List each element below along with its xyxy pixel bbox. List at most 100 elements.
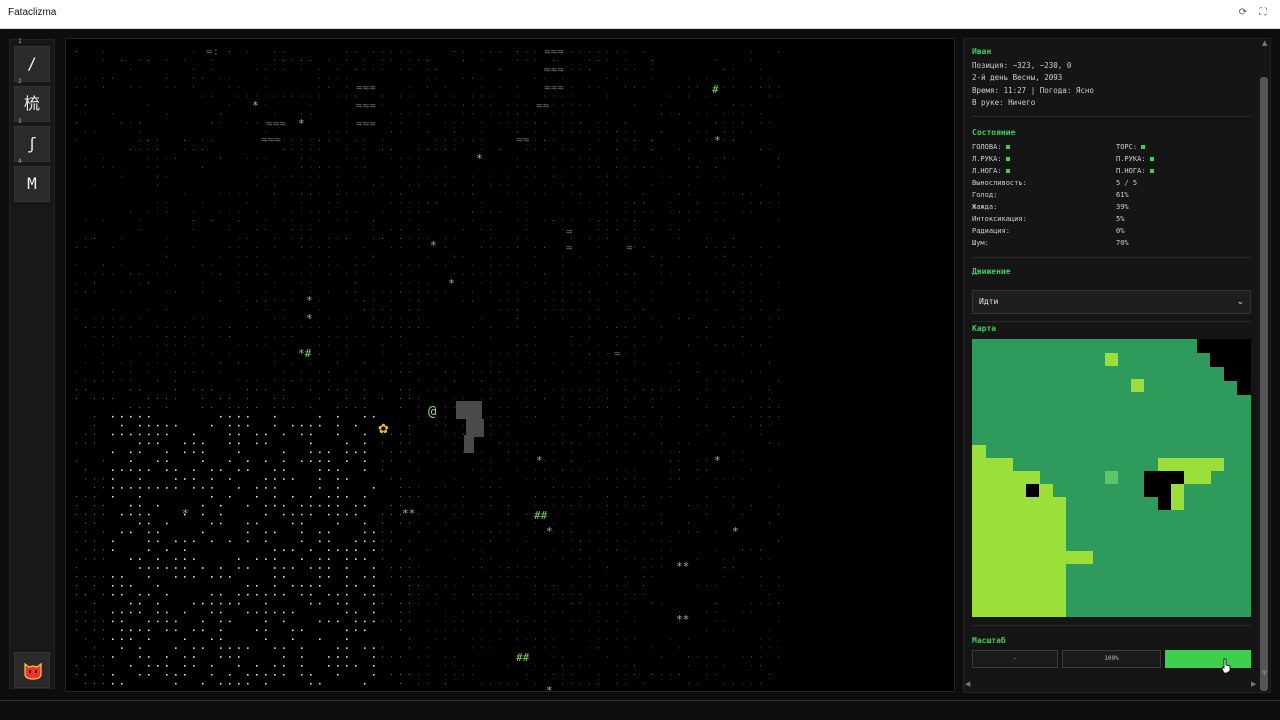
minimap[interactable] (972, 339, 1251, 617)
stat-label: Шум: (972, 239, 989, 247)
tree-tile: *# (298, 347, 312, 360)
title-bar: Fataclizma ⟳ ⛶ (0, 0, 1280, 29)
info-sidebar: Иван Позиция: −323, −230, 0 2-й день Вес… (963, 38, 1271, 693)
tree-tile: * (546, 525, 553, 538)
status-title: Состояние (972, 128, 1016, 137)
minimap-void (1224, 367, 1251, 381)
water-tile: ≈≈≈ (261, 133, 281, 146)
water-tile: ≈ (566, 225, 573, 238)
tree-tile: * (252, 99, 259, 112)
tree-tile: ** (676, 560, 689, 573)
mask-icon (24, 662, 42, 680)
minimap-field (986, 458, 1013, 617)
water-tile: ≈: (206, 45, 219, 58)
scroll-up-icon[interactable]: ▲ (1262, 39, 1267, 47)
reload-icon[interactable]: ⟳ (1236, 6, 1250, 20)
tree-tile: * (714, 454, 721, 467)
chevron-down-icon: ⌄ (1236, 297, 1244, 307)
quick-slot-4[interactable]: 4 M (14, 158, 50, 202)
water-tile: ≈≈≈ (356, 81, 376, 94)
body-part-left-leg: Л.НОГА: (972, 167, 1010, 175)
tree-tile: ## (534, 509, 548, 522)
movement-mode-select[interactable]: Идти ⌄ (972, 290, 1251, 314)
minimap-void (1144, 471, 1184, 484)
water-tile: ≈≈≈ (544, 81, 564, 94)
mask-button[interactable] (14, 652, 50, 688)
sidebar-scrollbar[interactable] (1258, 67, 1270, 693)
divider (972, 116, 1250, 117)
hand-cursor-icon (1221, 658, 1231, 674)
fullscreen-icon[interactable]: ⛶ (1256, 6, 1270, 20)
minimap-field (1158, 458, 1224, 471)
minimap-title: Карта (972, 324, 997, 333)
body-part-right-leg: П.НОГА: (1116, 167, 1154, 175)
minimap-field (1105, 471, 1118, 484)
minimap-void (1197, 339, 1251, 353)
stat-label: Выносливость: (972, 179, 1027, 187)
health-indicator (1005, 157, 1010, 161)
movement-mode-value: Идти (979, 297, 999, 306)
scroll-down-icon[interactable]: ▼ (1262, 669, 1267, 677)
game-map-viewport[interactable]: * * * * * * * * *# * * * ** ## * * ** ** ## * # ≈: ≈≈≈ ≈≈≈ ≈≈≈ ≈≈… (65, 38, 955, 692)
zoom-level: 100% (1062, 650, 1161, 668)
tree-tile: * (448, 277, 455, 290)
minimap-field (1053, 497, 1066, 617)
slot-number: 1 (18, 38, 22, 45)
stat-value: 70% (1116, 239, 1129, 247)
stat-value: 0% (1116, 227, 1125, 235)
water-tile: ≈≈ (536, 99, 550, 112)
tree-tile: ** (676, 613, 689, 626)
health-indicator (1005, 169, 1010, 173)
minimap-field (1105, 353, 1118, 366)
slot-number: 2 (18, 78, 22, 85)
scrollbar-thumb[interactable] (1260, 77, 1268, 691)
building-tile (464, 435, 474, 453)
stat-label: Интоксикация: (972, 215, 1027, 223)
tree-tile: * (298, 117, 305, 130)
tree-tile: * (476, 152, 483, 165)
quick-slots-bar: 1 / 2 梳 3 ʃ 4 M (9, 38, 55, 689)
minimap-void (1158, 497, 1171, 510)
ascii-map[interactable]: *********#* ** ** ##* *****##*#≈: ≈≈≈≈≈≈≈≈≈≈≈… (66, 39, 954, 691)
movement-title: Движение (972, 267, 1011, 276)
character-name: Иван (972, 47, 992, 56)
divider (972, 625, 1250, 626)
minimap-field (1066, 551, 1093, 564)
date-text: 2-й день Весны, 2093 (972, 73, 1063, 82)
flower-item-icon[interactable]: ✿ (378, 422, 389, 437)
health-indicator (1141, 145, 1146, 149)
scroll-right-icon[interactable]: ▶ (1251, 680, 1256, 688)
tree-tile: # (712, 83, 719, 96)
scroll-left-icon[interactable]: ◀ (965, 680, 970, 688)
water-tile: ≈≈≈ (544, 63, 564, 76)
stat-value: 5% (1116, 215, 1125, 223)
zoom-out-button[interactable]: - (972, 650, 1058, 668)
tree-tile: * (182, 507, 189, 520)
stat-label: Жажда: (972, 203, 998, 211)
minimap-field (1131, 379, 1144, 392)
zoom-in-button[interactable]: + (1165, 650, 1251, 668)
tree-tile: ## (516, 651, 530, 664)
body-part-torso: ТОРС: (1116, 143, 1146, 151)
water-tile: ≈≈≈ (356, 99, 376, 112)
water-tile: ≈≈ (516, 133, 530, 146)
building-tile (466, 419, 484, 437)
water-tile: ≈ (626, 241, 633, 254)
minimap-void (1026, 484, 1039, 497)
water-tile: ≈ (614, 347, 621, 360)
tree-tile: ** (402, 507, 415, 520)
health-indicator (1149, 157, 1154, 161)
divider (972, 321, 1250, 322)
body-part-head: ГОЛОВА: (972, 143, 1010, 151)
building-tile (456, 401, 482, 419)
tree-tile: * (306, 312, 313, 325)
stat-label: Голод: (972, 191, 998, 199)
stat-value: 39% (1116, 203, 1129, 211)
minimap-void (1210, 353, 1251, 367)
slot-number: 3 (18, 118, 22, 125)
window-title: Fataclizma (8, 7, 57, 18)
minimap-field (972, 445, 986, 617)
minimap-void (1237, 381, 1251, 395)
tree-tile: * (430, 239, 437, 252)
tree-tile: * (732, 525, 739, 538)
